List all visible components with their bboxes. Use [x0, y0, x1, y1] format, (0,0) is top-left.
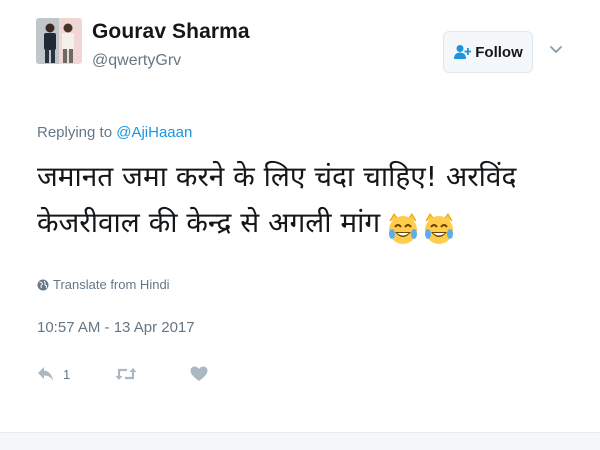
- tweet-text-line-2: केजरीवाल की केन्द्र से अगली मांग: [37, 206, 381, 239]
- face-with-tears-of-joy-icon: [425, 213, 454, 244]
- avatar[interactable]: [36, 18, 82, 64]
- translate-label: Translate from Hindi: [53, 277, 170, 292]
- globe-icon: [37, 279, 49, 290]
- like-button[interactable]: [190, 366, 216, 382]
- tweet-text: जमानत जमा करने के लिए चंदा चाहिए! अरविंद…: [37, 154, 557, 260]
- tweet-text-line-2-wrap: केजरीवाल की केन्द्र से अगली मांग: [37, 200, 557, 260]
- user-handle[interactable]: @qwertyGrv: [92, 52, 181, 70]
- display-name[interactable]: Gourav Sharma: [92, 20, 250, 44]
- retweet-button[interactable]: [115, 366, 145, 382]
- retweet-icon: [115, 368, 137, 380]
- chevron-down-icon[interactable]: [548, 42, 564, 58]
- reply-count: 1: [63, 366, 71, 382]
- tweet-timestamp[interactable]: 10:57 AM - 13 Apr 2017: [37, 319, 195, 336]
- reply-mention-link[interactable]: @AjiHaaan: [116, 124, 192, 141]
- bottom-band: [0, 433, 600, 450]
- tweet-card: Gourav Sharma @qwertyGrv Follow Replying…: [0, 0, 600, 450]
- reply-button[interactable]: 1: [37, 366, 70, 382]
- reply-icon: [38, 367, 53, 381]
- translate-link[interactable]: Translate from Hindi: [37, 277, 170, 292]
- reply-context: Replying to @AjiHaaan: [37, 124, 192, 141]
- follow-button[interactable]: Follow: [443, 31, 533, 73]
- follow-person-plus-icon: [454, 45, 472, 59]
- tweet-text-line-1: जमानत जमा करने के लिए चंदा चाहिए! अरविंद: [37, 160, 517, 193]
- emoji-group: [386, 212, 458, 260]
- reply-context-prefix: Replying to: [37, 124, 113, 141]
- heart-icon: [190, 366, 208, 381]
- face-with-tears-of-joy-icon: [389, 213, 418, 244]
- follow-button-label: Follow: [475, 43, 523, 61]
